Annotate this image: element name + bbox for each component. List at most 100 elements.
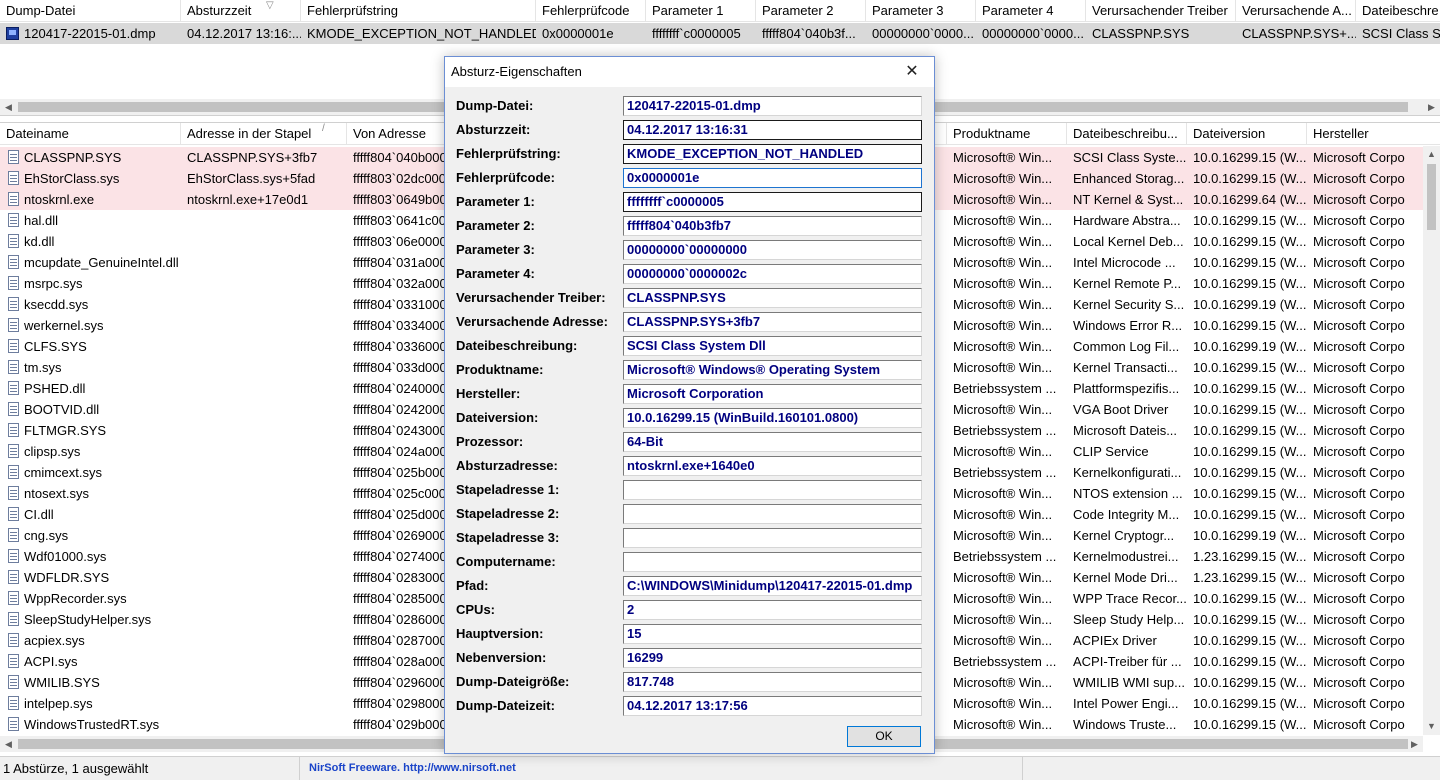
col-header-param2[interactable]: Parameter 2 — [756, 0, 866, 22]
cell-stack-address — [181, 609, 347, 630]
field-label: Parameter 1: — [456, 194, 535, 209]
col-header-bugcheck-code[interactable]: Fehlerprüfcode — [536, 0, 646, 22]
scroll-right-icon[interactable]: ▶ — [1406, 736, 1423, 752]
cell-manufacturer: Microsoft Corpo — [1313, 171, 1405, 186]
cell-manufacturer: Microsoft Corpo — [1313, 507, 1405, 522]
field-value[interactable]: 120417-22015-01.dmp — [623, 96, 922, 116]
field-value[interactable]: fffff804`040b3fb7 — [623, 216, 922, 236]
scroll-up-icon[interactable]: ▲ — [1423, 146, 1440, 163]
cell-product-name: Microsoft® Win... — [953, 171, 1053, 186]
field-value[interactable]: 00000000`0000002c — [623, 264, 922, 284]
cell-file-version: 10.0.16299.19 (W... — [1193, 339, 1307, 354]
cell-stack-address — [181, 567, 347, 588]
field-value[interactable]: 0x0000001e — [623, 168, 922, 188]
nirsoft-link[interactable]: NirSoft Freeware. http://www.nirsoft.net — [300, 757, 1023, 780]
field-value[interactable] — [623, 528, 922, 548]
field-value[interactable]: 15 — [623, 624, 922, 644]
field-value[interactable]: KMODE_EXCEPTION_NOT_HANDLED — [623, 144, 922, 164]
col-header-param3[interactable]: Parameter 3 — [866, 0, 976, 22]
crash-row[interactable]: 120417-22015-01.dmp 04.12.2017 13:16:...… — [0, 23, 1440, 44]
col-header-product-name[interactable]: Produktname — [947, 123, 1067, 145]
cell-dump-file: 120417-22015-01.dmp — [24, 26, 156, 41]
cell-filename: EhStorClass.sys — [24, 171, 120, 186]
module-list-vscrollbar[interactable]: ▲ ▼ — [1423, 146, 1440, 735]
cell-file-description: Kernelmodustrei... — [1073, 549, 1179, 564]
cell-manufacturer: Microsoft Corpo — [1313, 192, 1405, 207]
field-value[interactable]: 16299 — [623, 648, 922, 668]
cell-stack-address: CLASSPNP.SYS+3fb7 — [187, 150, 318, 165]
field-value[interactable]: 2 — [623, 600, 922, 620]
cell-stack-address — [181, 714, 347, 735]
col-header-bugcheck-string[interactable]: Fehlerprüfstring — [301, 0, 536, 22]
col-header-manufacturer[interactable]: Hersteller — [1307, 123, 1423, 145]
col-header-file-description[interactable]: Dateibeschre — [1356, 0, 1440, 22]
cell-filename: ntosext.sys — [24, 486, 90, 501]
field-value[interactable]: 04.12.2017 13:17:56 — [623, 696, 922, 716]
cell-filename: kd.dll — [24, 234, 55, 249]
field-value[interactable]: SCSI Class System Dll — [623, 336, 922, 356]
field-value[interactable]: Microsoft® Windows® Operating System — [623, 360, 922, 380]
cell-manufacturer: Microsoft Corpo — [1313, 339, 1405, 354]
cell-file-description: Kernel Mode Dri... — [1073, 570, 1178, 585]
cell-manufacturer: Microsoft Corpo — [1313, 213, 1405, 228]
cell-param3: 00000000`0000... — [872, 26, 974, 41]
field-value[interactable]: ffffffff`c0000005 — [623, 192, 922, 212]
cell-filename: WindowsTrustedRT.sys — [24, 717, 160, 732]
cell-file-version: 1.23.16299.15 (W... — [1193, 549, 1307, 564]
field-label: Pfad: — [456, 578, 489, 593]
col-header-crash-time[interactable]: Absturzzeit — [181, 0, 301, 22]
cell-file-version: 10.0.16299.15 (W... — [1193, 171, 1307, 186]
col-header-filename[interactable]: Dateiname — [0, 123, 181, 145]
field-value[interactable]: ntoskrnl.exe+1640e0 — [623, 456, 922, 476]
cell-file-version: 10.0.16299.15 (W... — [1193, 507, 1307, 522]
field-value[interactable]: CLASSPNP.SYS+3fb7 — [623, 312, 922, 332]
cell-file-version: 10.0.16299.15 (W... — [1193, 360, 1307, 375]
crash-properties-dialog: Absturz-Eigenschaften ✕ Dump-Datei: 12041… — [444, 56, 935, 754]
field-label: Computername: — [456, 554, 556, 569]
cell-file-description: ACPI-Treiber für ... — [1073, 654, 1182, 669]
field-value[interactable]: 64-Bit — [623, 432, 922, 452]
close-icon[interactable]: ✕ — [890, 57, 934, 87]
cell-manufacturer: Microsoft Corpo — [1313, 444, 1405, 459]
col-header-param1[interactable]: Parameter 1 — [646, 0, 756, 22]
ok-button[interactable]: OK — [847, 726, 921, 747]
col-header-dump-file[interactable]: Dump-Datei — [0, 0, 181, 22]
cell-manufacturer: Microsoft Corpo — [1313, 423, 1405, 438]
field-value[interactable]: 10.0.16299.15 (WinBuild.160101.0800) — [623, 408, 922, 428]
field-value[interactable]: CLASSPNP.SYS — [623, 288, 922, 308]
scroll-down-icon[interactable]: ▼ — [1423, 718, 1440, 735]
cell-product-name: Microsoft® Win... — [953, 444, 1053, 459]
field-value[interactable]: C:\WINDOWS\Minidump\120417-22015-01.dmp — [623, 576, 922, 596]
field-value[interactable] — [623, 504, 922, 524]
field-value[interactable] — [623, 480, 922, 500]
scroll-left-icon[interactable]: ◀ — [0, 736, 17, 752]
sort-arrow-icon: / — [322, 123, 325, 134]
field-value[interactable]: 817.748 — [623, 672, 922, 692]
cell-file-version: 10.0.16299.15 (W... — [1193, 234, 1307, 249]
scrollbar-thumb[interactable] — [1427, 164, 1436, 230]
col-header-param4[interactable]: Parameter 4 — [976, 0, 1086, 22]
sort-arrow-icon: ▽ — [266, 0, 274, 11]
cell-stack-address — [181, 672, 347, 693]
cell-file-description: Hardware Abstra... — [1073, 213, 1181, 228]
crash-list-header: Dump-Datei Absturzzeit ▽ Fehlerprüfstrin… — [0, 0, 1440, 22]
field-value[interactable]: 04.12.2017 13:16:31 — [623, 120, 922, 140]
col-header-cause-driver[interactable]: Verursachender Treiber — [1086, 0, 1236, 22]
cell-product-name: Microsoft® Win... — [953, 297, 1053, 312]
field-value[interactable] — [623, 552, 922, 572]
scroll-right-icon[interactable]: ▶ — [1423, 99, 1440, 115]
col-header-cause-address[interactable]: Verursachende A... — [1236, 0, 1356, 22]
dialog-titlebar[interactable]: Absturz-Eigenschaften ✕ — [445, 57, 934, 87]
col-header-file-description[interactable]: Dateibeschreibu... — [1067, 123, 1187, 145]
cell-filename: hal.dll — [24, 213, 58, 228]
field-value[interactable]: 00000000`00000000 — [623, 240, 922, 260]
cell-filename: CLASSPNP.SYS — [24, 150, 122, 165]
cell-product-name: Microsoft® Win... — [953, 255, 1053, 270]
col-header-file-version[interactable]: Dateiversion — [1187, 123, 1307, 145]
cell-filename: WppRecorder.sys — [24, 591, 127, 606]
scroll-left-icon[interactable]: ◀ — [0, 99, 17, 115]
cell-file-description: SCSI Class Syste... — [1073, 150, 1187, 165]
field-value[interactable]: Microsoft Corporation — [623, 384, 922, 404]
cell-file-version: 10.0.16299.15 (W... — [1193, 381, 1307, 396]
field-label: Verursachende Adresse: — [456, 314, 608, 329]
